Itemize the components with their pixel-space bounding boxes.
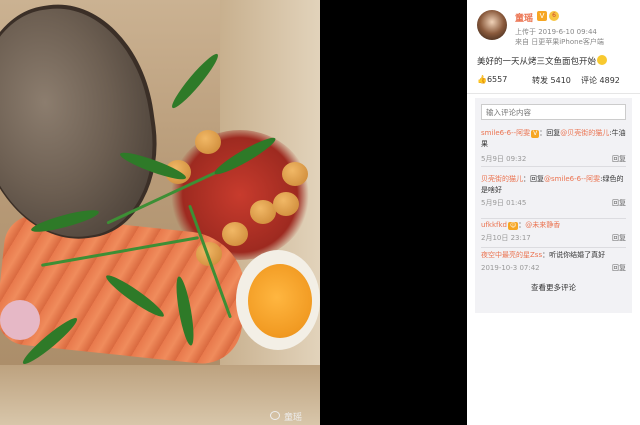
egg-yolk bbox=[248, 264, 312, 338]
divider bbox=[467, 93, 640, 94]
reply-button[interactable]: 回复 bbox=[612, 198, 626, 209]
like-button[interactable]: 👍6557 bbox=[477, 75, 507, 84]
comment-input[interactable] bbox=[481, 104, 626, 120]
chickpea bbox=[195, 130, 221, 154]
comment-time: 5月9日 01:45 bbox=[481, 199, 527, 207]
comment-divider bbox=[481, 166, 626, 167]
comment-button[interactable]: 评论 4892 bbox=[581, 75, 620, 86]
post-photo[interactable]: 童瑶 bbox=[0, 0, 320, 425]
arugula-leaf bbox=[167, 50, 223, 112]
comment-item: 贝壳街的猫儿：回复@smile6-6--阿雯:绿色的是啥好 5月9日 01:45… bbox=[481, 174, 626, 219]
comment-item: smile6-6--阿雯 V ：回复@贝壳街的猫儿:牛油果 5月9日 09:32 回… bbox=[481, 128, 626, 167]
more-comments-link[interactable]: 查看更多评论 bbox=[475, 282, 632, 293]
reply-button[interactable]: 回复 bbox=[612, 154, 626, 165]
image-viewer: 童瑶 童瑶 V 6 上传于 2019-6-10 09:44 来自 日更苹果iPh… bbox=[0, 0, 640, 425]
thumbs-up-icon: 👍 bbox=[477, 75, 487, 84]
comment-reply-prefix: ：回复 bbox=[523, 175, 544, 183]
post-text: 美好的一天从烤三文鱼面包开始 bbox=[477, 55, 608, 67]
chickpea bbox=[273, 192, 299, 216]
comment-nick[interactable]: 贝壳街的猫儿 bbox=[481, 175, 523, 183]
comment-divider bbox=[481, 247, 626, 248]
like-count: 6557 bbox=[486, 75, 508, 84]
post-text-content: 美好的一天从烤三文鱼面包开始 bbox=[477, 57, 597, 67]
watermark-text: 童瑶 bbox=[284, 413, 303, 423]
comment-reply-prefix: ：回复 bbox=[539, 129, 561, 137]
smile-emoji-icon bbox=[597, 55, 608, 65]
comment-time: 2019-10-3 07:42 bbox=[481, 264, 540, 272]
comment-item: ufkkfkd ☺ ：@未来静香 2月10日 23:17 回复 bbox=[481, 220, 626, 248]
username[interactable]: 童瑶 bbox=[515, 11, 533, 24]
level-badge-icon: 6 bbox=[549, 11, 559, 21]
onion bbox=[0, 300, 40, 340]
comment-text: 听说你结婚了真好 bbox=[549, 251, 606, 259]
comment-divider bbox=[481, 218, 626, 219]
weibo-watermark-icon bbox=[270, 411, 280, 420]
reply-button[interactable]: 回复 bbox=[612, 263, 626, 274]
comment-area: smile6-6--阿雯V：回复@贝壳街的猫儿:牛油果 5月9日 09:32 回… bbox=[475, 98, 632, 313]
comment-nick[interactable]: smile6-6--阿雯 bbox=[481, 129, 530, 137]
chickpea bbox=[222, 222, 248, 246]
comment-nick[interactable]: ufkkfkd bbox=[481, 221, 507, 229]
comment-mention[interactable]: @smile6-6--阿雯 bbox=[544, 175, 600, 183]
post-source[interactable]: 来自 日更苹果iPhone客户端 bbox=[515, 37, 604, 47]
upload-time: 上传于 2019-6-10 09:44 bbox=[515, 28, 597, 36]
comment-item: 夜空中最亮的星Zss：听说你结婚了真好 2019-10-3 07:42 回复 bbox=[481, 250, 626, 274]
verified-icon: V bbox=[537, 11, 547, 21]
comment-mention[interactable]: @未来静香 bbox=[525, 221, 560, 229]
comment-time: 2月10日 23:17 bbox=[481, 234, 531, 242]
reply-button[interactable]: 回复 bbox=[612, 233, 626, 244]
comment-time: 5月9日 09:32 bbox=[481, 155, 527, 163]
comment-nick[interactable]: 夜空中最亮的星Zss bbox=[481, 251, 542, 259]
comment-mention[interactable]: @贝壳街的猫儿 bbox=[560, 129, 609, 137]
post-actions: 👍6557 转发 5410 评论 4892 bbox=[477, 75, 627, 87]
avatar[interactable] bbox=[477, 10, 507, 40]
post-meta: 上传于 2019-6-10 09:44 来自 日更苹果iPhone客户端 bbox=[515, 27, 604, 47]
weibo-post-panel: 童瑶 V 6 上传于 2019-6-10 09:44 来自 日更苹果iPhone… bbox=[467, 0, 640, 425]
chickpea bbox=[282, 162, 308, 186]
repost-button[interactable]: 转发 5410 bbox=[532, 75, 571, 86]
level-tag-icon: ☺ bbox=[507, 222, 519, 230]
